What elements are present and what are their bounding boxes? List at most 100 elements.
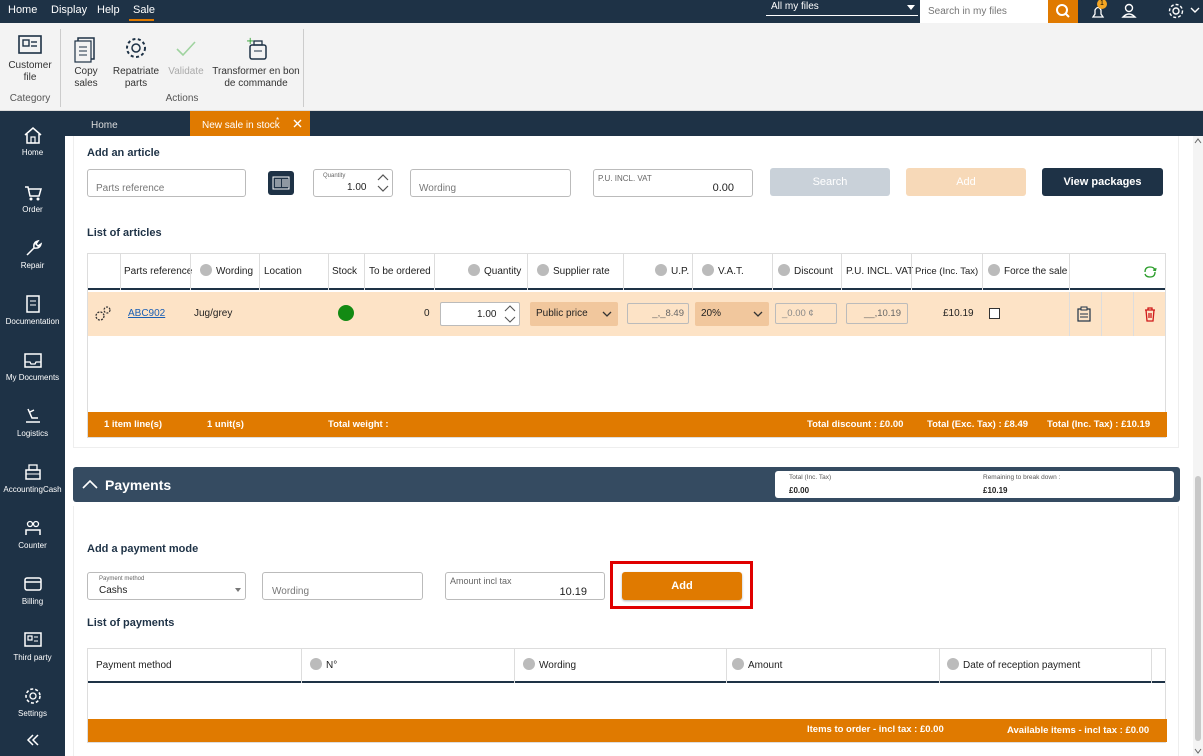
payments-summary-bar: Items to order - incl tax : £0.00 Availa… [88, 719, 1167, 742]
menu-help[interactable]: Help [97, 4, 120, 16]
id-card-icon [23, 632, 42, 647]
sidebar-item-accounting-cash[interactable]: AccountingCash [0, 462, 65, 494]
tab-home[interactable]: Home [91, 120, 118, 131]
barcode-button[interactable] [268, 171, 294, 195]
quantity-stepper[interactable]: Quantity 1.00 [313, 169, 393, 197]
add-payment-mode-title: Add a payment mode [87, 543, 199, 555]
user-icon[interactable] [1120, 2, 1138, 20]
menu-display[interactable]: Display [51, 4, 87, 16]
add-article-button[interactable]: Add [906, 168, 1026, 196]
sidebar-item-documentation[interactable]: Documentation [0, 294, 65, 326]
tab-modified-marker: * [276, 116, 280, 125]
transform-order-button[interactable]: + Transformer en bon de commande [212, 35, 300, 90]
col-vat-wrap: V.A.T. [702, 254, 744, 290]
summary-inc-tax: Total (Inc. Tax) : £10.19 [1047, 419, 1151, 430]
col-payment-wording: Wording [539, 660, 577, 671]
ribbon-divider [303, 29, 304, 107]
sidebar-item-repair[interactable]: Repair [0, 238, 65, 270]
collapse-sidebar-icon[interactable] [26, 733, 40, 747]
part-reference-link[interactable]: ABC902 [128, 308, 165, 319]
document-icon [25, 295, 40, 313]
chevron-down-icon[interactable] [1190, 7, 1200, 15]
sidebar-item-counter[interactable]: Counter [0, 518, 65, 550]
payment-method-value: Cashs [99, 585, 128, 596]
row-quantity-stepper[interactable]: 1.00 [440, 302, 520, 326]
cart-icon [24, 186, 42, 201]
add-article-title: Add an article [87, 147, 160, 159]
sidebar-item-order[interactable]: Order [0, 184, 65, 214]
table-row[interactable]: ABC902 Jug/grey 0 1.00 Public price _,_8… [88, 292, 1165, 336]
vat-select[interactable]: 20% [695, 302, 769, 326]
col-date-reception: Date of reception payment [963, 660, 1081, 671]
copy-sales-label: Copy sales [74, 66, 98, 89]
sidebar-item-third-party[interactable]: Third party [0, 630, 65, 662]
payments-header[interactable]: Payments Total (Inc. Tax) £0.00 Remainin… [73, 467, 1180, 502]
pencil-icon [310, 658, 322, 671]
chevron-up-icon[interactable] [82, 478, 98, 490]
refresh-icon[interactable] [1142, 265, 1158, 279]
close-icon[interactable] [293, 119, 302, 128]
customer-file-button[interactable]: Customer file [4, 33, 56, 84]
supplier-rate-value: Public price [536, 308, 588, 319]
col-to-be-ordered: To be ordered [369, 266, 431, 277]
sidebar-item-billing[interactable]: Billing [0, 574, 65, 606]
col-quantity: Quantity [484, 266, 522, 277]
validate-button[interactable]: Validate [166, 35, 206, 78]
row-discount-input[interactable]: _0.00 ¢ [775, 303, 837, 324]
settings-gear-icon[interactable] [1167, 2, 1185, 20]
col-force-sale: Force the sale [1004, 266, 1068, 277]
summary-discount: Total discount : £0.00 [807, 419, 904, 430]
menu-sale[interactable]: Sale [133, 4, 155, 16]
search-button[interactable] [1048, 0, 1078, 23]
search-article-button[interactable]: Search [770, 168, 890, 196]
col-amount-wrap: Amount [732, 649, 782, 683]
pu-incl-vat-input[interactable]: P.U. INCL. VAT 0.00 [593, 169, 753, 197]
notification-button[interactable]: 1 [1088, 0, 1108, 22]
stepper-arrows-icon[interactable] [503, 304, 517, 324]
wording-placeholder: Wording [419, 183, 457, 194]
add-payment-button[interactable]: Add [622, 572, 742, 600]
amount-incl-tax-input[interactable]: Amount incl tax 10.19 [445, 572, 605, 600]
col-supplier-rate-wrap: Supplier rate [537, 254, 610, 290]
scroll-up-icon[interactable] [1194, 138, 1202, 144]
force-sale-checkbox[interactable] [989, 308, 1000, 319]
sidebar-item-my-documents[interactable]: My Documents [0, 350, 65, 382]
row-up-input[interactable]: _,_8.49 [627, 303, 689, 324]
repatriate-parts-button[interactable]: Repatriate parts [110, 35, 162, 90]
sidebar-item-home[interactable]: Home [0, 125, 65, 157]
details-clipboard-icon[interactable] [1076, 306, 1092, 322]
col-up-wrap: U.P. [655, 254, 689, 290]
repatriate-parts-label: Repatriate parts [112, 66, 160, 89]
payment-wording-input[interactable]: Wording [262, 572, 423, 600]
row-price-inc-tax: £10.19 [943, 308, 974, 319]
search-scope-select[interactable]: All my files [766, 0, 918, 16]
copy-sales-button[interactable]: Copy sales [70, 35, 102, 90]
col-vat: V.A.T. [718, 266, 744, 277]
view-packages-button[interactable]: View packages [1042, 168, 1163, 196]
wording-input[interactable]: Wording [410, 169, 571, 197]
pencil-icon [702, 264, 714, 277]
row-quantity-value: 1.00 [477, 309, 497, 320]
stepper-arrows-icon[interactable] [376, 172, 390, 194]
menu-home[interactable]: Home [8, 4, 37, 16]
quantity-label: Quantity [323, 173, 346, 179]
supplier-rate-select[interactable]: Public price [530, 302, 618, 326]
col-date-reception-wrap: Date of reception payment [947, 649, 1080, 683]
pencil-icon [200, 264, 212, 277]
scroll-down-icon[interactable] [1194, 748, 1202, 754]
row-discount-value: _0.00 ¢ [782, 308, 814, 319]
parts-reference-input[interactable]: Parts reference [87, 169, 246, 197]
cash-register-icon [24, 464, 41, 480]
tab-new-sale[interactable]: New sale in stock * [190, 111, 310, 136]
sidebar-item-logistics[interactable]: Logistics [0, 406, 65, 438]
col-force-sale-wrap: Force the sale [988, 254, 1067, 290]
top-menu-bar: Home Display Help Sale All my files 1 [0, 0, 1203, 23]
row-pu-incl-vat-input[interactable]: __,10.19 [846, 303, 908, 324]
sidebar-item-settings[interactable]: Settings [0, 686, 65, 718]
payment-method-select[interactable]: Payment method Cashs [87, 572, 246, 600]
scrollbar[interactable] [1193, 136, 1203, 756]
trash-icon[interactable] [1143, 306, 1157, 322]
scrollbar-thumb[interactable] [1195, 476, 1201, 741]
sidebar-item-label: Home [21, 148, 44, 157]
search-input[interactable] [920, 0, 1048, 23]
